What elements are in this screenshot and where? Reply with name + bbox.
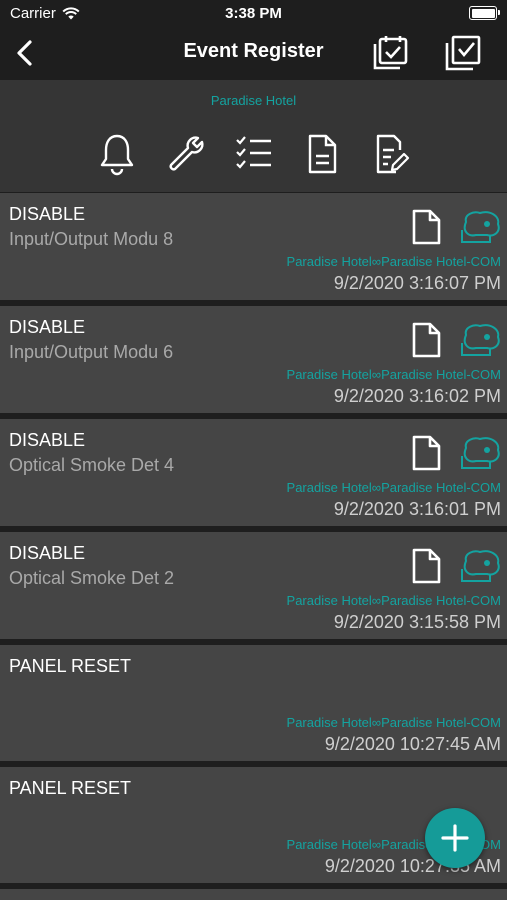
event-row[interactable]: DISABLE Input/Output Modu 6 Paradise Hot…: [0, 306, 507, 413]
event-type: PANEL RESET: [9, 778, 132, 798]
panel-link-icon[interactable]: [460, 434, 502, 472]
event-type: PANEL RESET: [9, 656, 132, 676]
plus-icon: [441, 824, 469, 852]
clock: 3:38 PM: [225, 5, 282, 22]
page-title: Event Register: [183, 40, 324, 62]
calendar-checklist-icon[interactable]: [372, 34, 410, 72]
event-source-path: Paradise Hotel∞Paradise Hotel-COM: [286, 254, 501, 269]
document-icon[interactable]: [410, 321, 442, 359]
event-row[interactable]: DISABLE Optical Smoke Det 4 Paradise Hot…: [0, 419, 507, 526]
device-name: Input/Output Modu 6: [9, 342, 174, 362]
event-type: DISABLE: [9, 204, 86, 224]
battery-icon: [469, 6, 500, 20]
event-timestamp: 9/2/2020 3:16:07 PM: [333, 273, 501, 293]
multi-select-check-icon[interactable]: [444, 34, 482, 72]
panel-link-icon[interactable]: [460, 547, 502, 585]
event-source-path: Paradise Hotel∞Paradise Hotel-COM: [286, 367, 501, 382]
event-timestamp: 9/2/2020 10:27:45 AM: [324, 734, 501, 754]
event-timestamp: 9/2/2020 3:16:01 PM: [333, 499, 501, 519]
site-name: Paradise Hotel: [210, 93, 297, 108]
edit-document-icon[interactable]: [370, 132, 410, 176]
event-type: DISABLE: [9, 543, 86, 563]
add-event-button[interactable]: [425, 808, 485, 868]
status-bar: Carrier 3:38 PM: [0, 0, 507, 28]
event-type: DISABLE: [9, 430, 86, 450]
panel-link-icon[interactable]: [460, 321, 502, 359]
document-icon[interactable]: [410, 208, 442, 246]
checklist-icon[interactable]: [234, 132, 274, 176]
event-source-path: Paradise Hotel∞Paradise Hotel-COM: [286, 715, 501, 730]
event-timestamp: 9/2/2020 3:15:58 PM: [333, 612, 501, 632]
document-icon[interactable]: [302, 132, 342, 176]
event-type: DISABLE: [9, 317, 86, 337]
wrench-icon[interactable]: [166, 132, 206, 176]
device-name: Input/Output Modu 8: [9, 229, 174, 249]
device-name: Optical Smoke Det 2: [9, 568, 175, 588]
event-timestamp: 9/2/2020 3:16:02 PM: [333, 386, 501, 406]
navigation-bar: Event Register: [0, 28, 507, 80]
document-icon[interactable]: [410, 434, 442, 472]
bell-icon[interactable]: [97, 132, 137, 176]
document-icon[interactable]: [410, 547, 442, 585]
event-row[interactable]: DISABLE Optical Smoke Det 2 Paradise Hot…: [0, 532, 507, 639]
device-name: Optical Smoke Det 4: [9, 455, 175, 475]
event-row[interactable]: PANEL RESET Paradise Hotel∞Paradise Hote…: [0, 645, 507, 761]
event-row[interactable]: DISABLE Input/Output Modu 8 Paradise Hot…: [0, 193, 507, 300]
panel-link-icon[interactable]: [460, 208, 502, 246]
event-source-path: Paradise Hotel∞Paradise Hotel-COM: [286, 593, 501, 608]
site-header: Paradise Hotel: [0, 80, 507, 192]
event-row[interactable]: [0, 889, 507, 900]
event-source-path: Paradise Hotel∞Paradise Hotel-COM: [286, 480, 501, 495]
